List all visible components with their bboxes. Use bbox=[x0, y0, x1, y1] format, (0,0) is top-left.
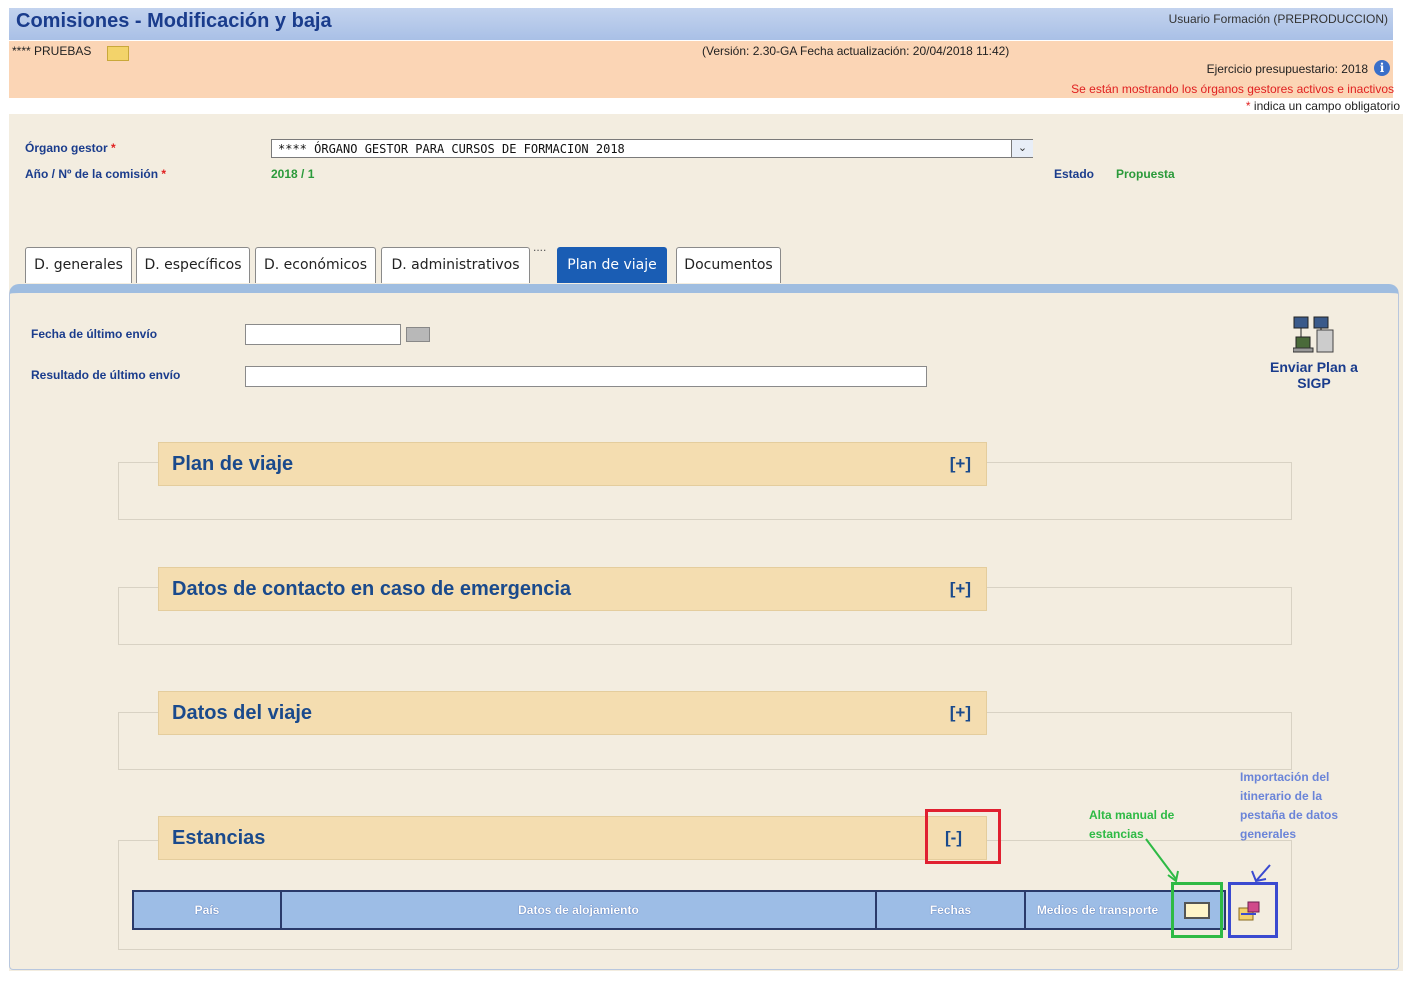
section-estancias[interactable]: Estancias [-] bbox=[158, 816, 987, 860]
organo-select[interactable]: **** ÓRGANO GESTOR PARA CURSOS DE FORMAC… bbox=[271, 139, 1033, 158]
expand-toggle[interactable]: [+] bbox=[950, 579, 971, 599]
user-label: Usuario Formación (PREPRODUCCION) bbox=[1168, 12, 1388, 26]
budget-year: Ejercicio presupuestario: 2018 bbox=[1206, 62, 1368, 76]
tab-d-administrativos[interactable]: D. administrativos bbox=[381, 247, 530, 283]
tab-plan-de-viaje[interactable]: Plan de viaje bbox=[557, 247, 667, 283]
chevron-down-icon[interactable]: ⌄ bbox=[1011, 140, 1033, 157]
organo-label: Órgano gestor * bbox=[25, 141, 116, 155]
fecha-envio-label: Fecha de último envío bbox=[31, 327, 158, 341]
section-contacto-emergencia[interactable]: Datos de contacto en caso de emergencia … bbox=[158, 567, 987, 611]
tab-d-especificos[interactable]: D. específicos bbox=[136, 247, 250, 283]
section-plan-de-viaje[interactable]: Plan de viaje [+] bbox=[158, 442, 987, 486]
expand-toggle[interactable]: [+] bbox=[950, 703, 971, 723]
required-note: * indica un campo obligatorio bbox=[1246, 99, 1400, 113]
tab-separator: .... bbox=[533, 240, 547, 254]
estado-label: Estado bbox=[1054, 167, 1095, 181]
envelope-icon[interactable] bbox=[107, 46, 129, 61]
anio-value: 2018 / 1 bbox=[271, 167, 315, 181]
annotation-arrows bbox=[1145, 838, 1271, 883]
page-title: Comisiones - Modificación y baja bbox=[16, 10, 332, 32]
calendar-icon[interactable] bbox=[406, 327, 430, 342]
tab-documentos[interactable]: Documentos bbox=[676, 247, 781, 283]
fecha-envio-input[interactable] bbox=[245, 324, 401, 345]
import-annotation: Importación del itinerario de la pestaña… bbox=[1240, 770, 1339, 841]
version-info: (Versión: 2.30-GA Fecha actualización: 2… bbox=[702, 44, 1010, 58]
bottom-strip bbox=[0, 971, 1408, 999]
inactive-warning: Se están mostrando los órganos gestores … bbox=[1071, 82, 1394, 96]
folder-icon[interactable] bbox=[1184, 902, 1210, 919]
section-title: Plan de viaje bbox=[172, 453, 294, 475]
info-icon[interactable]: i bbox=[1374, 60, 1390, 76]
section-datos-viaje[interactable]: Datos del viaje [+] bbox=[158, 691, 987, 735]
column-header-alojamiento[interactable]: Datos de alojamiento bbox=[282, 892, 875, 928]
tab-d-economicos[interactable]: D. económicos bbox=[255, 247, 376, 283]
resultado-envio-input[interactable] bbox=[245, 366, 927, 387]
tab-d-generales[interactable]: D. generales bbox=[25, 247, 132, 283]
environment-label: **** PRUEBAS bbox=[12, 44, 92, 58]
toggle-highlight bbox=[925, 809, 1001, 864]
import-icon[interactable] bbox=[1238, 900, 1262, 921]
resultado-envio-label: Resultado de último envío bbox=[31, 368, 181, 382]
network-send-icon[interactable] bbox=[1292, 316, 1335, 358]
section-title: Datos del viaje bbox=[172, 702, 313, 724]
column-header-fechas[interactable]: Fechas bbox=[877, 892, 1024, 928]
column-header-pais[interactable]: País bbox=[134, 892, 280, 928]
required-note-text: indica un campo obligatorio bbox=[1250, 99, 1400, 113]
section-title: Datos de contacto en caso de emergencia bbox=[172, 578, 572, 600]
section-title: Estancias bbox=[172, 827, 266, 849]
anio-label: Año / Nº de la comisión * bbox=[25, 167, 167, 181]
enviar-plan-button[interactable]: Enviar Plan a SIGP bbox=[1262, 359, 1366, 391]
estado-value: Propuesta bbox=[1116, 167, 1175, 181]
column-header-medios-transporte[interactable]: Medios de transporte bbox=[1026, 892, 1169, 928]
expand-toggle[interactable]: [+] bbox=[950, 454, 971, 474]
